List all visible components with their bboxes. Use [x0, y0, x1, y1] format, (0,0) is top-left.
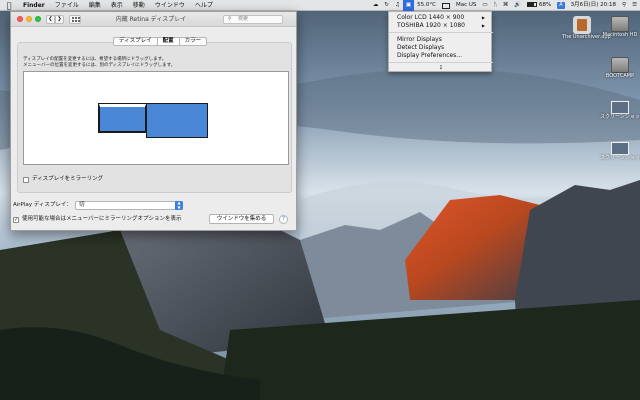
input-menu-badge[interactable]: A — [554, 0, 567, 11]
desktop-icon-label: スクリーンショット 2...7.png — [600, 155, 640, 161]
display-external[interactable] — [146, 103, 208, 138]
menu-window[interactable]: ウインドウ — [150, 0, 190, 11]
menu-go[interactable]: 移動 — [128, 0, 150, 11]
window-title: 内蔵 Retina ディスプレイ — [115, 16, 187, 23]
battery-indicator[interactable]: 68% — [524, 0, 554, 11]
menu-file[interactable]: ファイル — [50, 0, 84, 11]
status-area: ☁ ↻ ♫ ▣ 55.0°C Mac US ▭ ᚢ ⌘ 🔊 68% A 3月6日… — [370, 0, 640, 11]
desktop-icon-unarchiver[interactable]: The Unarchiver.app — [562, 16, 611, 40]
menu-item-label: Color LCD 1440 × 900 — [397, 14, 465, 21]
notification-center-icon[interactable]: ☰ — [629, 0, 640, 11]
bluetooth-icon[interactable]: ᚢ — [491, 0, 500, 11]
menu-item-color-lcd[interactable]: Color LCD 1440 × 900 ▶ — [397, 14, 487, 21]
desktop-icon-bootcamp[interactable]: BOOTCAMP — [600, 57, 640, 79]
spotlight-icon[interactable]: ⚲ — [619, 0, 629, 11]
menu-finder[interactable]: Finder — [18, 0, 50, 11]
tab-color[interactable]: カラー — [178, 37, 208, 46]
app-icon — [573, 16, 591, 34]
desktop-icon-label: スクリーンショット 2...7.png — [600, 114, 640, 120]
tab-arrangement[interactable]: 配置 — [156, 37, 180, 46]
sync-icon[interactable]: ↻ — [381, 0, 392, 11]
mirror-checkbox[interactable] — [23, 176, 29, 183]
clock[interactable]: 3月6日(日) 20:18 — [568, 0, 619, 11]
wifi-icon[interactable]: ⌘ — [500, 0, 512, 11]
back-button[interactable]: ❮ — [46, 15, 55, 24]
airplay-display-select[interactable]: 切 ▲ ▼ — [75, 200, 183, 210]
submenu-arrow-icon: ▶ — [481, 23, 485, 28]
monitor-icon[interactable] — [439, 0, 453, 11]
tab-display[interactable]: ディスプレイ — [113, 37, 158, 46]
search-input[interactable]: ⚲ 検索 — [223, 15, 283, 24]
drive-icon — [611, 16, 629, 32]
display-arrangement-area — [23, 71, 289, 165]
chevron-updown-icon: ▲ ▼ — [175, 200, 183, 210]
display-builtin[interactable] — [98, 103, 147, 133]
display-preferences-window: ❮ ❯ 内蔵 Retina ディスプレイ ⚲ 検索 ディスプレイの配置を変更する… — [10, 11, 297, 231]
desktop-icon-label: The Unarchiver.app — [562, 34, 611, 40]
menu-view[interactable]: 表示 — [106, 0, 128, 11]
volume-icon[interactable]: 🔊 — [511, 0, 524, 11]
desktop-icon-screenshot-1[interactable]: スクリーンショット 2...7.png — [600, 101, 640, 120]
show-all-grid-icon[interactable] — [69, 15, 81, 24]
menu-separator — [389, 32, 493, 33]
battery-percent: 68% — [538, 2, 552, 8]
menu-help[interactable]: ヘルプ — [190, 0, 218, 11]
show-options-checkbox[interactable]: ✓ — [13, 216, 19, 223]
close-button[interactable] — [17, 16, 23, 22]
show-mirroring-options[interactable]: ✓ 使用可能な場合はメニューバーにミラーリングオプションを表示 — [13, 215, 181, 224]
mirror-displays-option[interactable]: ディスプレイをミラーリング — [23, 176, 103, 183]
battery-icon — [527, 2, 538, 7]
title-bar[interactable]: ❮ ❯ 内蔵 Retina ディスプレイ ⚲ 検索 — [11, 12, 296, 27]
drive-icon — [611, 57, 629, 73]
help-button[interactable]: ? — [279, 215, 288, 224]
menu-item-toshiba[interactable]: TOSHIBA 1920 × 1080 ▶ — [397, 22, 487, 29]
menu-edit[interactable]: 編集 — [84, 0, 106, 11]
music-icon[interactable]: ♫ — [392, 0, 403, 11]
menu-item-detect-displays[interactable]: Detect Displays — [397, 44, 487, 51]
airplay-label: AirPlay ディスプレイ： — [13, 202, 72, 208]
arrangement-panel: ディスプレイの配置を変更するには、希望する場所にドラッグします。 メニューバーの… — [17, 42, 292, 193]
gather-windows-button[interactable]: ウインドウを集める — [209, 214, 274, 224]
menu-bar:  Finder ファイル 編集 表示 移動 ウインドウ ヘルプ ☁ ↻ ♫ ▣… — [0, 0, 640, 11]
airplay-selected-value: 切 — [79, 202, 85, 208]
display-menu-icon[interactable]: ▣ — [402, 0, 415, 11]
minimize-button[interactable] — [26, 16, 32, 22]
cloud-icon[interactable]: ☁ — [370, 0, 382, 11]
menu-item-label: TOSHIBA 1920 × 1080 — [397, 22, 465, 29]
zoom-button[interactable] — [35, 16, 41, 22]
screenshot-icon — [611, 142, 629, 155]
menu-item-display-preferences[interactable]: Display Preferences... — [397, 52, 487, 59]
display-menu: Color LCD 1440 × 900 ▶ TOSHIBA 1920 × 10… — [388, 11, 493, 72]
search-placeholder: 検索 — [238, 16, 249, 22]
input-badge: A — [557, 2, 565, 9]
apple-icon[interactable]:  — [0, 0, 18, 11]
menu-separator — [389, 62, 493, 63]
desktop-icon-label: Macintosh HD — [602, 32, 638, 38]
desktop-icon-macintosh-hd[interactable]: Macintosh HD — [600, 16, 640, 38]
keyboard-input-source[interactable]: Mac US — [453, 0, 479, 11]
forward-button[interactable]: ❯ — [55, 15, 64, 24]
tab-bar: ディスプレイ 配置 カラー — [113, 37, 208, 46]
airplay-icon[interactable]: ▭ — [479, 0, 490, 11]
mirror-label: ディスプレイをミラーリング — [32, 176, 104, 182]
instruction-menubar: メニューバーの位置を変更するには、別のディスプレイにドラッグします。 — [23, 63, 176, 68]
temperature-readout[interactable]: 55.0°C — [414, 0, 439, 11]
search-icon: ⚲ — [228, 16, 232, 22]
submenu-arrow-icon: ▶ — [481, 15, 485, 20]
chevron-down-icon[interactable]: ↧ — [389, 65, 493, 72]
menu-item-mirror-displays[interactable]: Mirror Displays — [397, 36, 487, 43]
show-options-label: 使用可能な場合はメニューバーにミラーリングオプションを表示 — [22, 216, 182, 222]
desktop-icon-label: BOOTCAMP — [605, 73, 635, 79]
desktop-icon-screenshot-2[interactable]: スクリーンショット 2...7.png — [600, 142, 640, 161]
screenshot-icon — [611, 101, 629, 114]
